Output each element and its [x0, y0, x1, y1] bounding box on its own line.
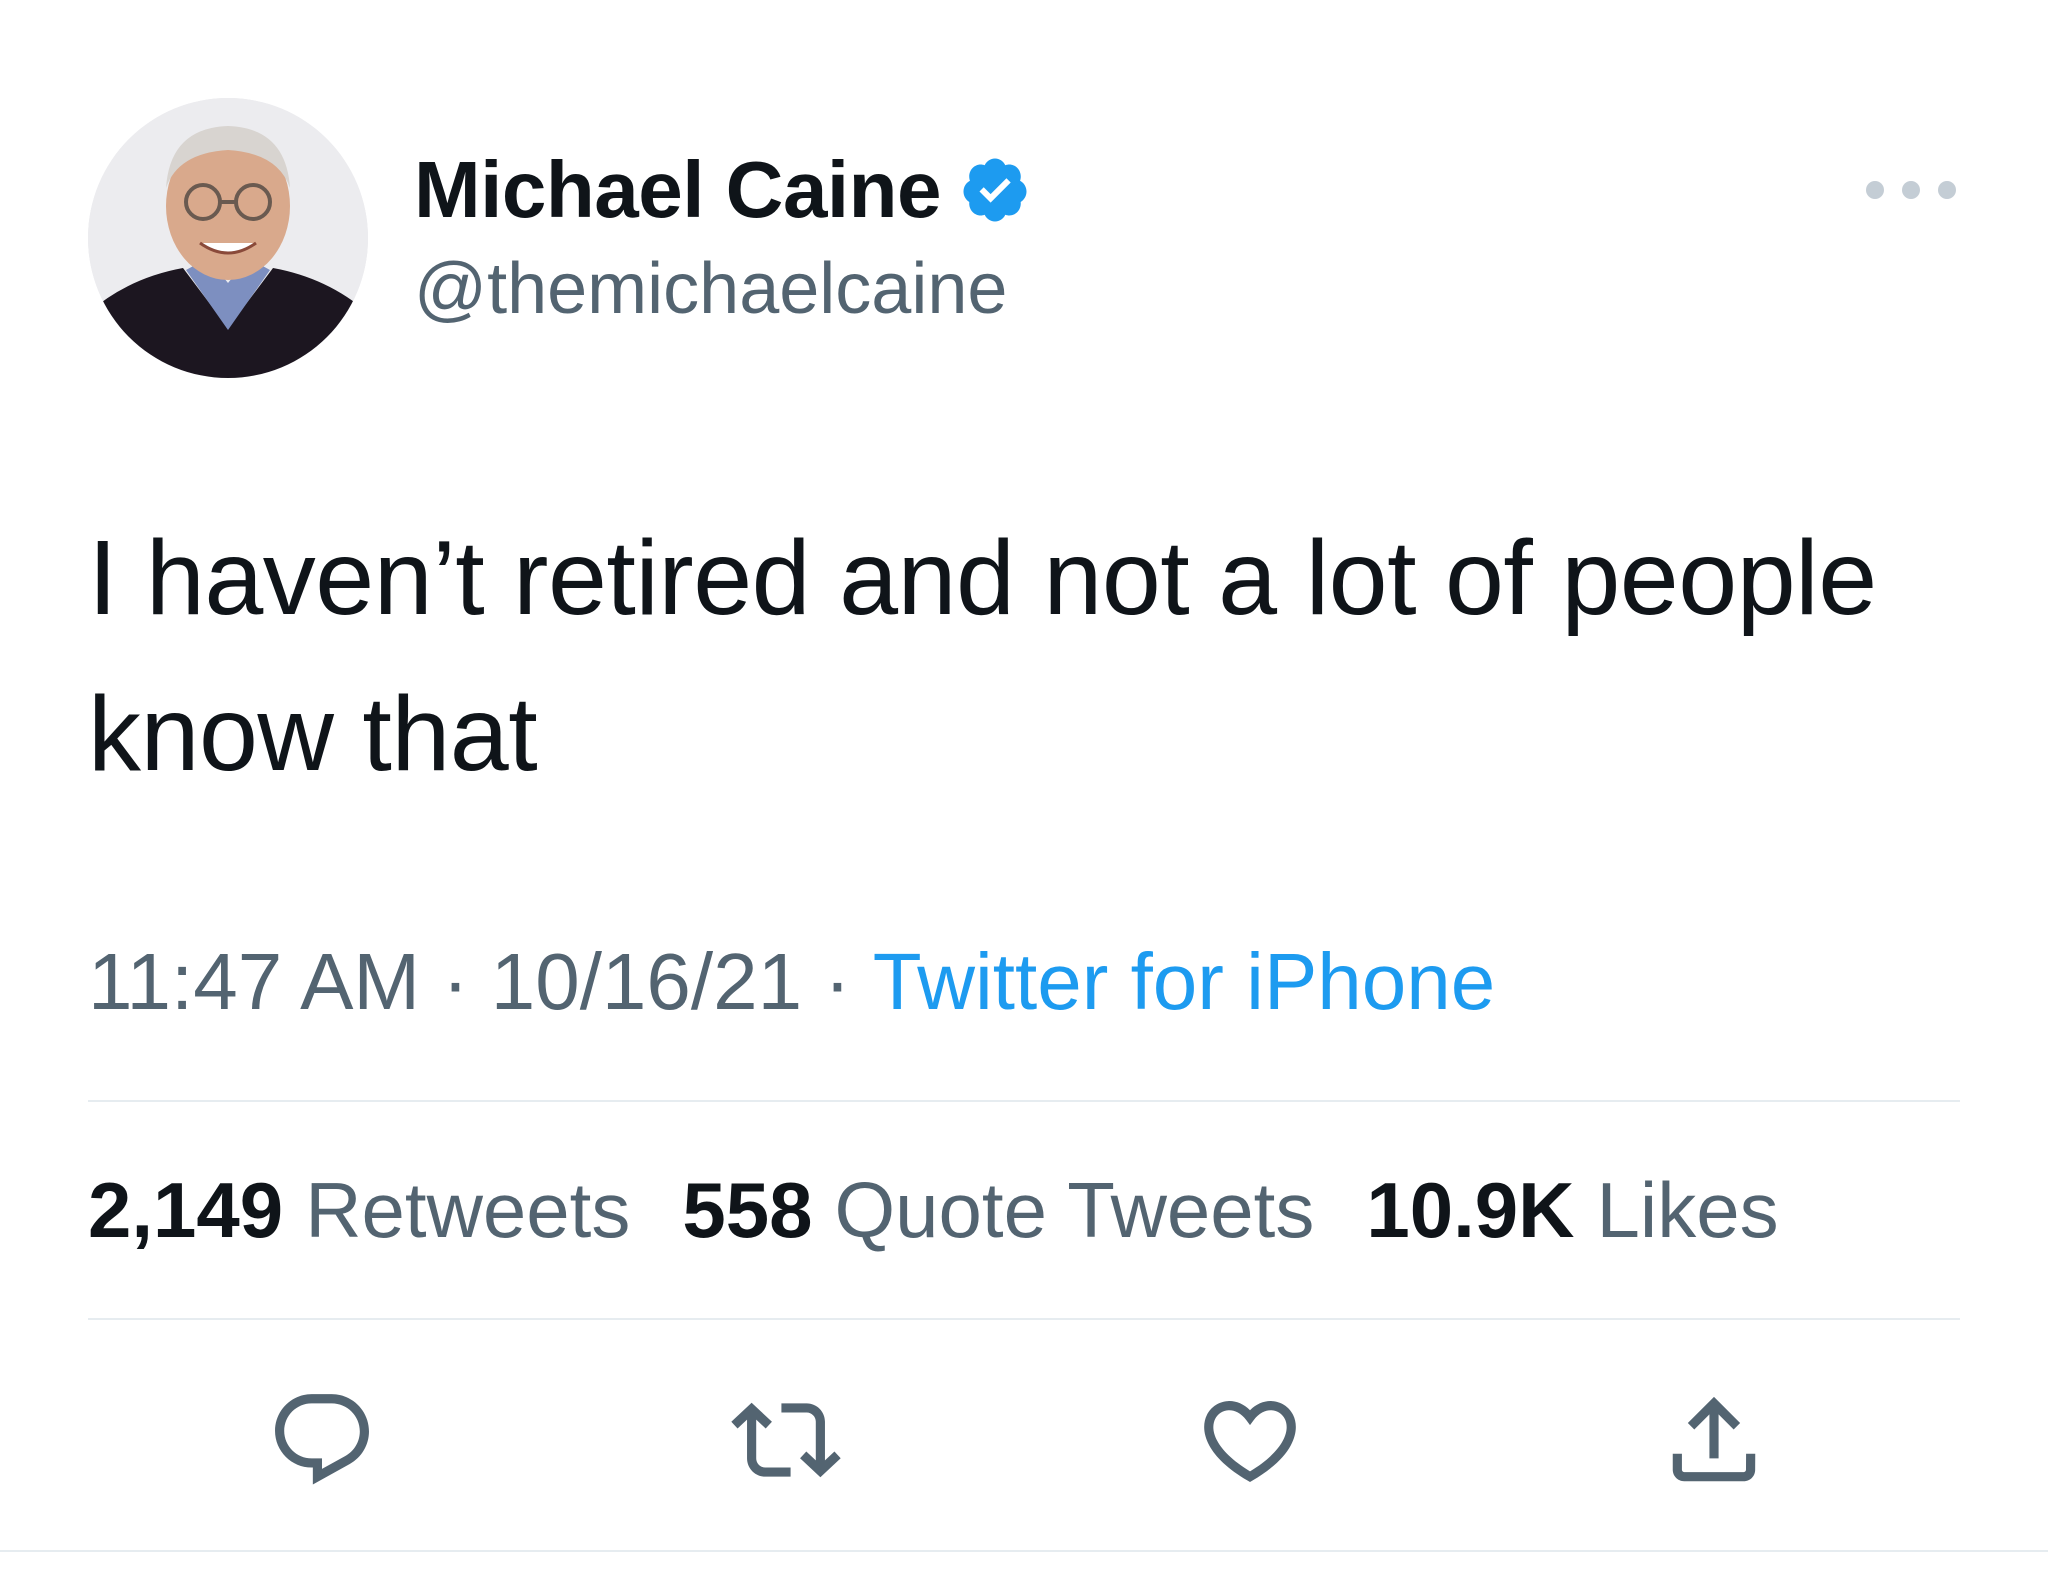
quote-tweets-label: Quote Tweets: [834, 1165, 1315, 1254]
verified-badge-icon: [959, 154, 1031, 226]
tweet-date[interactable]: 10/16/21: [491, 936, 802, 1028]
more-horizontal-icon[interactable]: [1866, 168, 1956, 212]
retweets-count: 2,149: [88, 1165, 284, 1254]
tweet-time[interactable]: 11:47 AM: [88, 936, 420, 1028]
more-dot: [1902, 181, 1920, 199]
retweet-button[interactable]: [726, 1380, 846, 1500]
divider: [88, 1318, 1960, 1320]
reply-icon: [275, 1394, 369, 1485]
heart-icon: [1204, 1401, 1296, 1482]
meta-separator: ·: [824, 937, 851, 1026]
tweet-source-link[interactable]: Twitter for iPhone: [873, 936, 1496, 1028]
tweet-text: I haven’t retired and not a lot of peopl…: [88, 519, 1877, 793]
share-button[interactable]: [1654, 1380, 1774, 1500]
likes-count: 10.9K: [1366, 1165, 1575, 1254]
retweet-icon: [731, 1402, 841, 1478]
reply-button[interactable]: [262, 1380, 382, 1500]
share-icon: [1672, 1396, 1756, 1482]
more-dot: [1866, 181, 1884, 199]
author-name-row[interactable]: Michael Caine: [414, 140, 1031, 240]
divider: [88, 1100, 1960, 1102]
quote-tweets-stat[interactable]: 558 Quote Tweets: [682, 1165, 1314, 1256]
quote-tweets-count: 558: [682, 1165, 813, 1254]
like-button[interactable]: [1190, 1380, 1310, 1500]
tweet-meta: 11:47 AM · 10/16/21 · Twitter for iPhone: [88, 936, 1495, 1028]
divider: [0, 1550, 2048, 1552]
retweets-stat[interactable]: 2,149 Retweets: [88, 1165, 630, 1256]
author-handle[interactable]: @themichaelcaine: [414, 248, 1007, 330]
author-display-name[interactable]: Michael Caine: [414, 144, 942, 236]
likes-label: Likes: [1596, 1165, 1779, 1254]
likes-stat[interactable]: 10.9K Likes: [1366, 1165, 1778, 1256]
retweets-label: Retweets: [305, 1165, 631, 1254]
meta-separator: ·: [442, 937, 469, 1026]
avatar[interactable]: [88, 98, 368, 378]
tweet-stats: 2,149 Retweets 558 Quote Tweets 10.9K Li…: [88, 1160, 1831, 1260]
more-dot: [1938, 181, 1956, 199]
tweet-actions: [0, 1380, 2048, 1500]
avatar-image: [88, 98, 368, 378]
